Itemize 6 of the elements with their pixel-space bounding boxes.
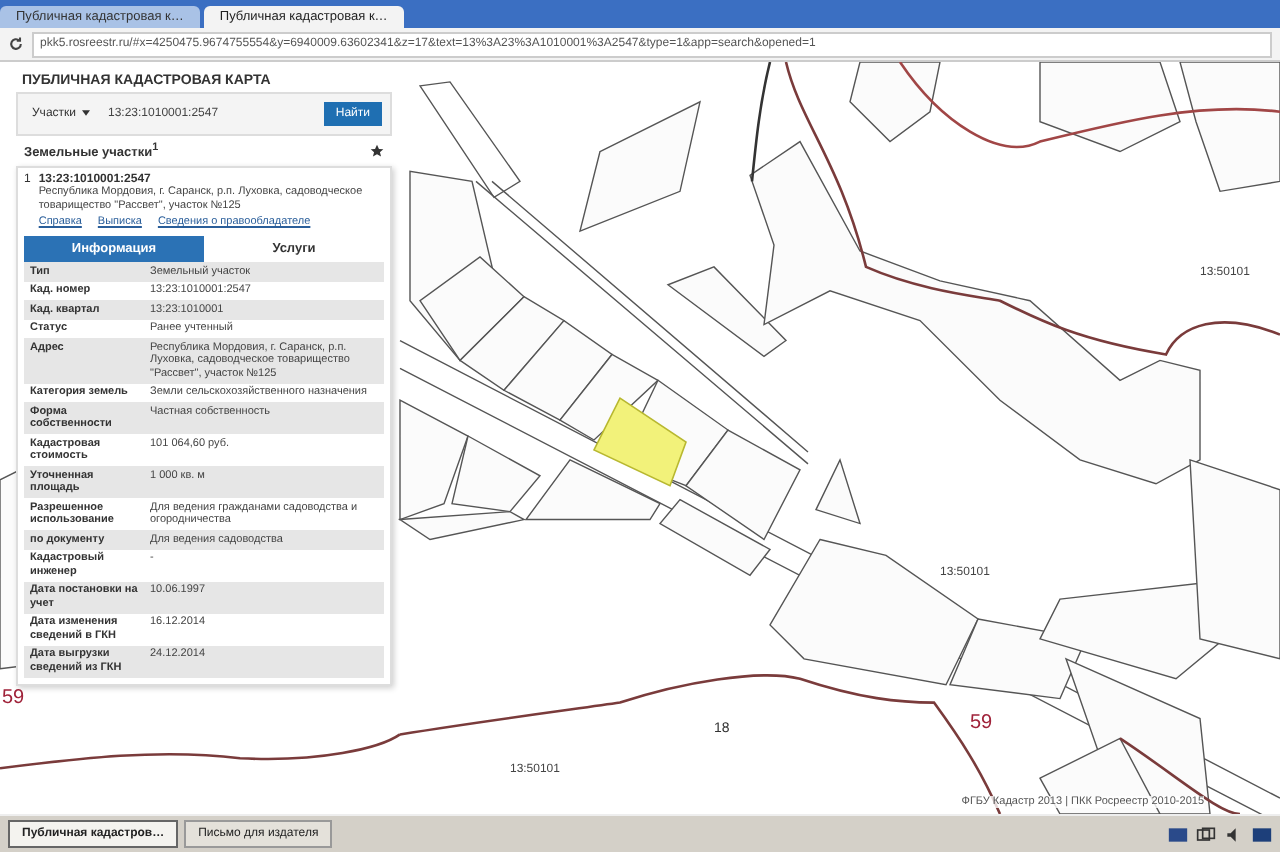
map-label: 59 [970, 712, 993, 735]
reload-icon[interactable] [8, 36, 24, 52]
selected-parcel[interactable] [592, 397, 687, 487]
caret-icon [82, 110, 90, 116]
map-label: 59 [2, 686, 25, 709]
star-icon[interactable] [370, 144, 384, 159]
